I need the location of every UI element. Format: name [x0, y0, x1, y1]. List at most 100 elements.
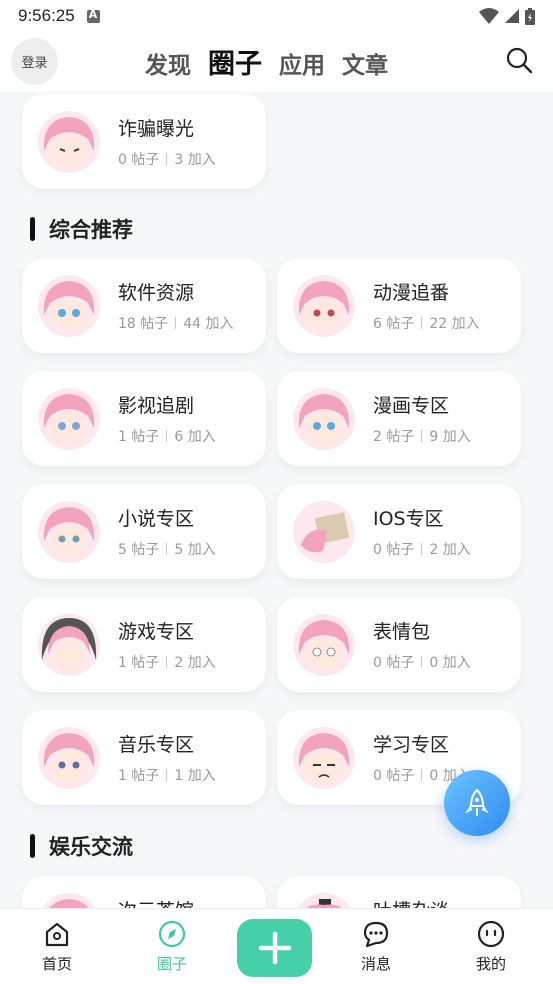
circle-avatar [293, 501, 355, 563]
circle-card[interactable]: IOS专区 0 帖子 2 加入 [277, 484, 521, 579]
stat-divider [421, 430, 423, 442]
stat-divider [421, 317, 423, 329]
circle-name: 漫画专区 [373, 395, 450, 417]
section-title-entertainment: 娱乐交流 [30, 831, 133, 861]
circle-name: 学习专区 [373, 734, 450, 756]
circle-stats: 1 帖子 2 加入 [118, 652, 216, 672]
circle-stats: 18 帖子 44 加入 [118, 313, 234, 333]
circle-stats: 0 帖子 0 加入 [373, 652, 471, 672]
circle-stats: 0 帖子 2 加入 [373, 539, 471, 559]
section-title-recommend: 综合推荐 [30, 214, 133, 244]
status-bar: 9:56:25 [0, 0, 553, 32]
tab-apps[interactable]: 应用 [279, 46, 325, 80]
nav-home-label: 首页 [41, 955, 72, 973]
stat-divider [166, 153, 168, 165]
post-count: 5 帖子 [118, 542, 160, 558]
back-to-top-button[interactable] [444, 770, 510, 836]
post-count: 0 帖子 [373, 542, 415, 558]
stat-divider [166, 769, 168, 781]
tab-circles[interactable]: 圈子 [208, 42, 262, 81]
stat-divider [421, 656, 423, 668]
stat-divider [421, 543, 423, 555]
member-count: 22 加入 [429, 316, 480, 332]
circle-avatar [38, 388, 100, 450]
status-icons [479, 7, 535, 25]
home-icon [45, 922, 69, 947]
member-count: 2 加入 [174, 655, 216, 671]
nav-messages[interactable]: 消息 [346, 919, 406, 974]
tab-articles[interactable]: 文章 [342, 46, 388, 80]
circle-stats: 2 帖子 9 加入 [373, 426, 471, 446]
circle-card[interactable]: 小说专区 5 帖子 5 加入 [22, 484, 266, 579]
member-count: 3 加入 [174, 152, 216, 168]
circle-card[interactable]: 软件资源 18 帖子 44 加入 [22, 258, 266, 353]
circle-card[interactable]: 音乐专区 1 帖子 1 加入 [22, 710, 266, 805]
post-count: 0 帖子 [373, 655, 415, 671]
circle-name: 表情包 [373, 621, 431, 643]
nav-circles-label: 圈子 [156, 955, 187, 973]
circle-name: 动漫追番 [373, 282, 450, 304]
add-post-button[interactable] [237, 919, 312, 977]
section-title-text: 综合推荐 [49, 218, 133, 242]
circle-card-fraud[interactable]: 诈骗曝光 0 帖子 3 加入 [22, 94, 266, 189]
circle-name: 软件资源 [118, 282, 195, 304]
compass-icon [158, 920, 186, 948]
circle-card[interactable]: 影视追剧 1 帖子 6 加入 [22, 371, 266, 466]
circle-avatar [38, 614, 100, 676]
nav-profile[interactable]: 我的 [461, 919, 521, 974]
top-tabs: 发现 圈子 应用 文章 [145, 42, 388, 81]
circle-avatar [293, 893, 355, 908]
circle-card[interactable]: 游戏专区 1 帖子 2 加入 [22, 597, 266, 692]
circle-avatar [38, 501, 100, 563]
circle-card[interactable]: 漫画专区 2 帖子 9 加入 [277, 371, 521, 466]
section-marker [30, 834, 35, 858]
wifi-icon [479, 8, 499, 24]
nav-home[interactable]: 首页 [27, 919, 87, 974]
nav-messages-label: 消息 [360, 955, 391, 973]
circle-stats: 5 帖子 5 加入 [118, 539, 216, 559]
profile-face-icon [477, 920, 505, 948]
member-count: 0 加入 [429, 655, 471, 671]
member-count: 1 加入 [174, 768, 216, 784]
member-count: 2 加入 [429, 542, 471, 558]
login-button[interactable]: 登录 [11, 38, 58, 85]
circle-avatar [38, 893, 100, 908]
member-count: 5 加入 [174, 542, 216, 558]
nav-circles[interactable]: 圈子 [142, 919, 202, 974]
status-time: 9:56:25 [18, 6, 75, 25]
post-count: 1 帖子 [118, 429, 160, 445]
post-count: 1 帖子 [118, 655, 160, 671]
top-header: 登录 发现 圈子 应用 文章 [0, 32, 553, 92]
signal-icon [505, 9, 519, 23]
circle-card[interactable]: 表情包 0 帖子 0 加入 [277, 597, 521, 692]
bottom-nav: 首页 圈子 消息 我的 [0, 908, 553, 984]
circle-name: 音乐专区 [118, 734, 195, 756]
stat-divider [166, 543, 168, 555]
post-count: 18 帖子 [118, 316, 169, 332]
post-count: 2 帖子 [373, 429, 415, 445]
stat-divider [175, 317, 177, 329]
circle-name: 次元茶馆 [118, 896, 194, 908]
circle-card[interactable]: 吐槽杂谈 [277, 876, 521, 908]
circle-stats: 0 帖子 3 加入 [118, 149, 216, 169]
tab-discover[interactable]: 发现 [145, 46, 191, 80]
plus-icon [258, 931, 291, 965]
search-icon[interactable] [505, 46, 533, 74]
stat-divider [166, 430, 168, 442]
post-count: 0 帖子 [373, 768, 415, 784]
circle-name: IOS专区 [373, 508, 444, 530]
circle-name: 吐槽杂谈 [373, 896, 449, 908]
circle-avatar [293, 388, 355, 450]
member-count: 6 加入 [174, 429, 216, 445]
member-count: 44 加入 [183, 316, 234, 332]
circle-avatar [38, 727, 100, 789]
post-count: 0 帖子 [118, 152, 160, 168]
rocket-icon [465, 788, 489, 816]
circle-name: 小说专区 [118, 508, 195, 530]
battery-icon [525, 7, 535, 25]
accessibility-icon [86, 8, 100, 23]
circle-avatar [38, 111, 100, 173]
circle-stats: 1 帖子 1 加入 [118, 765, 216, 785]
circle-card[interactable]: 次元茶馆 [22, 876, 266, 908]
circle-card[interactable]: 动漫追番 6 帖子 22 加入 [277, 258, 521, 353]
